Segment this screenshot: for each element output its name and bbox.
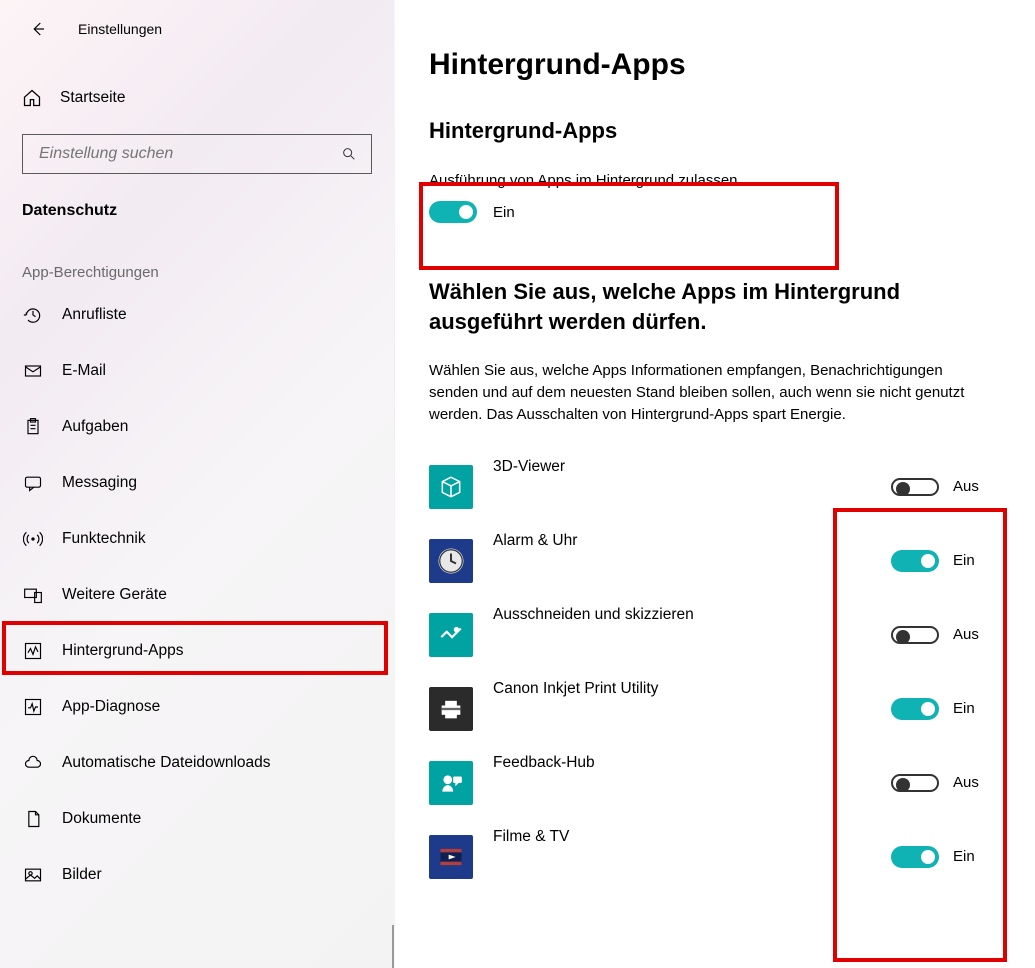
app-toggle[interactable] xyxy=(891,698,939,720)
home-icon xyxy=(22,88,42,108)
radio-icon xyxy=(22,529,44,549)
sidebar-home-label: Startseite xyxy=(60,89,125,107)
app-toggle[interactable] xyxy=(891,550,939,572)
app-name: Filme & TV xyxy=(493,828,891,846)
history-icon xyxy=(22,305,44,325)
sidebar-section: App-Berechtigungen xyxy=(0,228,394,287)
sidebar-category: Datenschutz xyxy=(0,174,394,228)
sidebar-item-label: Weitere Geräte xyxy=(62,586,167,604)
sidebar-item-label: App-Diagnose xyxy=(62,698,160,716)
master-toggle-state: Ein xyxy=(493,204,515,221)
sidebar-item-history[interactable]: Anrufliste xyxy=(0,287,394,343)
sidebar-item-label: Anrufliste xyxy=(62,306,127,324)
back-button[interactable] xyxy=(18,9,58,49)
choose-desc: Wählen Sie aus, welche Apps Informatione… xyxy=(429,360,984,425)
window-title: Einstellungen xyxy=(78,21,162,37)
sidebar-scrollbar[interactable] xyxy=(392,925,394,968)
devices-icon xyxy=(22,585,44,605)
app-icon xyxy=(429,465,473,509)
app-toggle[interactable] xyxy=(891,626,939,644)
app-icon xyxy=(429,835,473,879)
choose-title: Wählen Sie aus, welche Apps im Hintergru… xyxy=(429,277,1009,336)
mail-icon xyxy=(22,361,44,381)
sidebar-item-document[interactable]: Dokumente xyxy=(0,791,394,847)
activity-icon xyxy=(22,641,44,661)
app-name: Canon Inkjet Print Utility xyxy=(493,680,891,698)
cloud-icon xyxy=(22,753,44,773)
page-title: Hintergrund-Apps xyxy=(429,48,1009,82)
app-list: 3D-Viewer Aus Alarm & Uhr Ein Ausschneiden u… xyxy=(429,450,1009,894)
sidebar-item-label: Aufgaben xyxy=(62,418,128,436)
sidebar-item-label: Messaging xyxy=(62,474,137,492)
search-icon xyxy=(341,146,357,162)
app-toggle-state: Aus xyxy=(953,774,979,791)
sidebar-home[interactable]: Startseite xyxy=(0,74,394,122)
sidebar-nav: Anrufliste E-Mail Aufgaben Messaging Funktec… xyxy=(0,287,394,968)
sidebar-item-diagnose[interactable]: App-Diagnose xyxy=(0,679,394,735)
chat-icon xyxy=(22,473,44,493)
app-toggle-state: Ein xyxy=(953,700,975,717)
app-row: Filme & TV Ein xyxy=(429,820,1009,894)
sidebar-item-label: Funktechnik xyxy=(62,530,146,548)
sidebar-item-mail[interactable]: E-Mail xyxy=(0,343,394,399)
app-toggle-state: Aus xyxy=(953,626,979,643)
app-toggle-state: Ein xyxy=(953,848,975,865)
app-toggle[interactable] xyxy=(891,774,939,792)
arrow-left-icon xyxy=(29,20,47,38)
app-row: Canon Inkjet Print Utility Ein xyxy=(429,672,1009,746)
app-row: 3D-Viewer Aus xyxy=(429,450,1009,524)
sidebar-item-clipboard[interactable]: Aufgaben xyxy=(0,399,394,455)
sidebar-item-label: Hintergrund-Apps xyxy=(62,642,183,660)
app-name: Ausschneiden und skizzieren xyxy=(493,606,891,624)
app-name: 3D-Viewer xyxy=(493,458,891,476)
app-icon xyxy=(429,687,473,731)
picture-icon xyxy=(22,865,44,885)
sidebar-item-label: Bilder xyxy=(62,866,102,884)
app-toggle[interactable] xyxy=(891,846,939,868)
app-icon xyxy=(429,761,473,805)
sidebar: Einstellungen Startseite Datenschutz App… xyxy=(0,0,395,968)
clipboard-icon xyxy=(22,417,44,437)
sidebar-item-label: Dokumente xyxy=(62,810,141,828)
app-row: Ausschneiden und skizzieren Aus xyxy=(429,598,1009,672)
sidebar-item-label: E-Mail xyxy=(62,362,106,380)
app-row: Feedback-Hub Aus xyxy=(429,746,1009,820)
search-input[interactable] xyxy=(37,144,341,164)
section-subtitle: Hintergrund-Apps xyxy=(429,118,1009,144)
app-row: Alarm & Uhr Ein xyxy=(429,524,1009,598)
master-toggle[interactable] xyxy=(429,201,477,223)
diagnose-icon xyxy=(22,697,44,717)
app-name: Feedback-Hub xyxy=(493,754,891,772)
sidebar-item-activity[interactable]: Hintergrund-Apps xyxy=(0,623,394,679)
sidebar-item-devices[interactable]: Weitere Geräte xyxy=(0,567,394,623)
app-icon xyxy=(429,613,473,657)
search-input-wrap[interactable] xyxy=(22,134,372,174)
app-toggle[interactable] xyxy=(891,478,939,496)
sidebar-item-picture[interactable]: Bilder xyxy=(0,847,394,903)
main-panel: Hintergrund-Apps Hintergrund-Apps Ausfüh… xyxy=(395,0,1035,968)
sidebar-item-radio[interactable]: Funktechnik xyxy=(0,511,394,567)
app-toggle-state: Ein xyxy=(953,552,975,569)
app-name: Alarm & Uhr xyxy=(493,532,891,550)
sidebar-item-chat[interactable]: Messaging xyxy=(0,455,394,511)
app-toggle-state: Aus xyxy=(953,478,979,495)
sidebar-item-cloud[interactable]: Automatische Dateidownloads xyxy=(0,735,394,791)
document-icon xyxy=(22,809,44,829)
app-icon xyxy=(429,539,473,583)
sidebar-item-label: Automatische Dateidownloads xyxy=(62,754,271,772)
master-toggle-label: Ausführung von Apps im Hintergrund zulas… xyxy=(429,172,839,189)
